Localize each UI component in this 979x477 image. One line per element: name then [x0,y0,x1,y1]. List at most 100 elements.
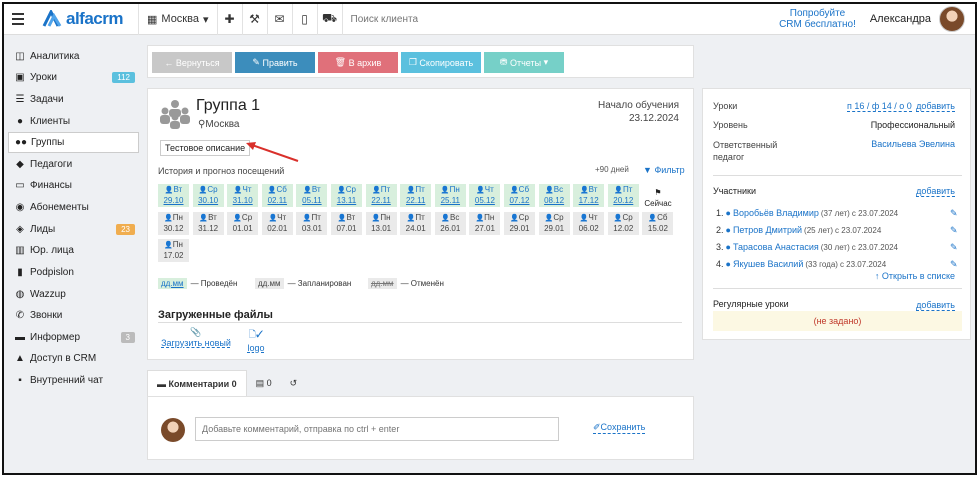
member-name-link[interactable]: Якушев Василий [733,259,803,269]
reports-button[interactable]: ⛃ Отчеты ▾ [484,52,564,73]
pencil-icon[interactable]: ✎ [950,208,958,219]
member-name-link[interactable]: Петров Дмитрий [733,225,802,235]
sidebar-item-7[interactable]: ▭ Финансы [8,175,139,196]
tab-comments[interactable]: ▬ Комментарии 0 [147,370,247,396]
lesson-cell[interactable]: 👤Вт 29.10 [158,184,189,207]
branch-selector[interactable]: ▦ Москва ▾ [139,4,217,35]
cart-icon[interactable]: ⛟ [318,4,342,35]
user-menu[interactable]: Александра [870,6,965,32]
sidebar-item-10[interactable]: ▥ Юр. лица [8,240,139,261]
lesson-cell[interactable]: 👤Вт 17.12 [573,184,605,207]
logo[interactable]: alfacrm [42,9,138,29]
count-badge: 112 [112,72,135,83]
sidebar-item-13[interactable]: ✆ Звонки [8,305,139,326]
sidebar-item-1[interactable]: ◫ Аналитика [8,46,139,67]
member-since: с 23.07.2024 [851,242,898,252]
group-icon: 👤 [199,215,209,222]
lesson-cell[interactable]: 👤Вс 26.01 [434,212,466,235]
add-regular-lesson-link[interactable]: добавить [916,300,955,311]
add-lesson-link[interactable]: добавить [916,101,955,112]
pencil-icon[interactable]: ✎ [950,259,958,270]
envelope-icon[interactable]: ✉ [268,4,292,35]
lesson-cell[interactable]: 👤Пн 27.01 [469,212,501,235]
lesson-cell[interactable]: 👤Пн 17.02 [158,239,189,262]
filter-button[interactable]: ▼ Фильтр [643,165,685,175]
tab-history[interactable]: ↺ [281,370,307,396]
plus-icon[interactable]: ✚ [218,4,242,35]
sidebar-item-11[interactable]: ▮ Podpislon [8,262,139,283]
open-in-list-link[interactable]: ↑ Открыть в списке [875,271,955,281]
file-logo-link[interactable]: 🗋✓ logo [244,327,268,353]
menu-icon[interactable] [6,4,30,35]
lesson-cell[interactable]: 👤Вс 08.12 [538,184,570,207]
teacher-link[interactable]: Васильева Эвелина [871,139,955,149]
list-item: 2. ● Петров Дмитрий (25 лет) с 23.07.2024 [716,225,881,235]
free-trial-link[interactable]: Попробуйте CRM бесплатно! [779,8,856,30]
client-search-input[interactable] [350,13,631,25]
lesson-cell[interactable]: 👤Ср 29.01 [504,212,535,235]
lesson-cell[interactable]: 👤Пн 13.01 [365,212,397,235]
promo-line-2: CRM бесплатно! [779,19,856,30]
lesson-cell[interactable]: 👤Ср 13.11 [331,184,362,207]
member-name-link[interactable]: Воробьёв Владимир [733,208,819,218]
lesson-cell[interactable]: 👤Пт 20.12 [607,184,639,207]
lesson-cell[interactable]: 👤Вт 31.12 [192,212,224,235]
lesson-cell[interactable]: 👤Пт 22.11 [365,184,397,207]
copy-icon: ❐ [408,57,420,67]
sidebar-item-4[interactable]: ● Клиенты [8,111,139,132]
divider [158,322,682,323]
pencil-icon[interactable]: ✎ [950,242,958,253]
wrench-icon[interactable]: ⚒ [243,4,267,35]
sidebar-item-label: Wazzup [30,289,66,300]
lesson-cell[interactable]: 👤Чт 31.10 [227,184,259,207]
lesson-cell[interactable]: 👤Чт 02.01 [261,212,293,235]
filter-icon: ▼ [643,165,652,175]
sidebar-item-9[interactable]: ◈ Лиды 23 [8,219,139,240]
lesson-cell[interactable]: 👤Пн 30.12 [158,212,189,235]
group-icon: 👤 [475,215,485,222]
copy-button[interactable]: ❐ Скопировать [401,52,481,73]
lesson-cell[interactable]: 👤Сб 07.12 [504,184,535,207]
lesson-cell[interactable]: 👤Ср 29.01 [538,212,570,235]
lesson-cell[interactable]: 👤Вт 07.01 [331,212,362,235]
lesson-cell[interactable]: 👤Пт 22.11 [400,184,432,207]
mobile-icon[interactable]: ▯ [293,4,317,35]
lesson-cell[interactable]: 👤Вт 05.11 [296,184,328,207]
upload-file-link[interactable]: 📎 Загрузить новый [158,327,234,348]
user-icon: ● [725,225,731,235]
sidebar-item-5[interactable]: ●● Группы [8,132,139,153]
comment-input[interactable] [195,417,559,441]
days-range[interactable]: +90 дней [595,165,629,174]
lesson-cell[interactable]: 👤Чт 05.12 [469,184,501,207]
add-member-link[interactable]: добавить [916,186,955,197]
sidebar-item-14[interactable]: ▬ Информер 3 [8,327,139,348]
avatar [939,6,965,32]
member-name-link[interactable]: Тарасова Анастасия [733,242,819,252]
lesson-cell[interactable]: 👤Пт 24.01 [400,212,432,235]
tab-documents[interactable]: ▤ 0 [247,370,281,396]
sidebar-item-16[interactable]: ▪ Внутренний чат [8,370,139,391]
lessons-counter[interactable]: п 16 / ф 14 / о 0 [847,101,912,112]
back-button[interactable]: ← Вернуться [152,52,232,73]
sidebar-item-3[interactable]: ☰ Задачи [8,89,139,110]
lesson-cell[interactable]: 👤Ср 12.02 [607,212,639,235]
chart-icon: ◫ [15,51,25,62]
pencil-icon[interactable]: ✎ [950,225,958,236]
sidebar-item-6[interactable]: ◆ Педагоги [8,154,139,175]
lesson-cell[interactable]: 👤Ср 01.01 [227,212,259,235]
lesson-cell[interactable]: 👤Пт 03.01 [296,212,328,235]
sidebar-item-12[interactable]: ◍ Wazzup [8,284,139,305]
lesson-cell[interactable]: 👤Чт 06.02 [573,212,605,235]
lesson-cell[interactable]: 👤Пн 25.11 [434,184,466,207]
sidebar-item-15[interactable]: ▲ Доступ в CRM [8,348,139,369]
lesson-cell[interactable]: 👤Сб 15.02 [642,212,674,235]
lesson-cell[interactable]: 👤Ср 30.10 [192,184,224,207]
leads-icon: ◈ [16,224,24,235]
archive-button[interactable]: 🗑 В архив [318,52,398,73]
group-icon: 👤 [648,215,658,222]
lesson-cell[interactable]: 👤Сб 02.11 [261,184,293,207]
sidebar-item-8[interactable]: ◉ Абонементы [8,197,139,218]
sidebar-item-2[interactable]: ▣ Уроки 112 [8,67,139,88]
edit-button[interactable]: ✎ Править [235,52,315,73]
save-comment-button[interactable]: ✐Сохранить [593,422,646,434]
